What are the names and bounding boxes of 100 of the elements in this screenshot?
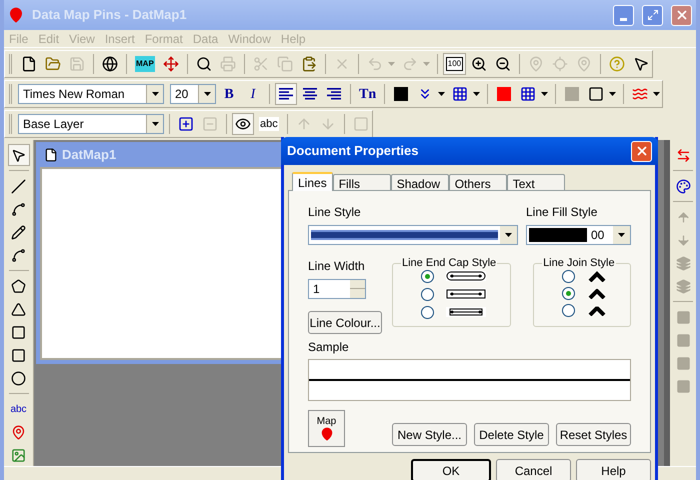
dialog-button[interactable]: Help: [576, 459, 651, 480]
align-left-button[interactable]: [275, 83, 297, 105]
maximize-button[interactable]: [642, 4, 663, 26]
square-icon: [676, 310, 690, 324]
dialog-button[interactable]: Line Colour...: [308, 311, 382, 334]
line-style-dropdown[interactable]: [308, 225, 518, 245]
radio-button[interactable]: [421, 288, 434, 300]
miter-join-icon: [587, 270, 608, 282]
radio-button[interactable]: [562, 304, 576, 316]
square-icon: [676, 332, 690, 348]
line-width-spinner[interactable]: 1: [308, 279, 366, 299]
map-button[interactable]: Map: [308, 410, 345, 447]
line-fill-dropdown[interactable]: 00: [526, 225, 631, 245]
close-icon: [634, 144, 648, 158]
labels-button[interactable]: abc: [256, 113, 282, 135]
tab[interactable]: Shadow: [390, 174, 449, 191]
bevel-join-icon: [587, 304, 608, 316]
globe-icon: [102, 56, 118, 72]
round-join-icon: [587, 287, 608, 299]
square-icon: [11, 324, 26, 340]
dropdown-arrow-icon: [541, 92, 548, 96]
close-button[interactable]: [671, 4, 692, 26]
eye-button[interactable]: [232, 113, 254, 135]
copy-icon: [276, 56, 293, 72]
pointer-icon: [11, 148, 26, 162]
printer-icon: [220, 56, 236, 72]
pin-icon: [11, 424, 26, 440]
line-icon: [11, 178, 26, 194]
pointer-tool-button[interactable]: [8, 144, 30, 166]
zoom-actual-button[interactable]: 100: [442, 53, 466, 75]
search-icon: [196, 56, 212, 72]
minimize-button[interactable]: [613, 4, 634, 26]
tab[interactable]: Text: [506, 174, 565, 191]
document-icon: [44, 148, 58, 162]
radio-button[interactable]: [421, 306, 434, 318]
polygon-icon: [11, 278, 26, 294]
field-label: Line Width: [308, 258, 366, 275]
close-button[interactable]: [631, 140, 652, 162]
help-icon: [609, 56, 626, 72]
pin-icon: [576, 56, 592, 72]
zoom-in-icon: [471, 56, 488, 72]
field-label: Sample: [308, 339, 350, 356]
image-icon: [11, 448, 26, 462]
dialog-button[interactable]: OK: [411, 459, 491, 480]
circle-icon: [11, 370, 26, 386]
align-right-icon: [326, 87, 342, 101]
combo-box[interactable]: 20: [170, 84, 216, 104]
palette-icon: [676, 178, 690, 194]
actual-size-icon: 100: [446, 57, 464, 71]
redo-icon: [402, 56, 418, 72]
tab[interactable]: Lines: [292, 172, 333, 191]
tab[interactable]: Others: [448, 174, 507, 191]
new-file-icon: [21, 56, 37, 72]
dialog-title: Document Properties: [287, 142, 420, 160]
dropdown-arrow-icon: [505, 233, 512, 237]
pin-icon: [528, 56, 544, 72]
dropdown-arrow-icon: [204, 92, 210, 96]
document-title: DatMap1: [62, 146, 116, 164]
maximize-icon: [646, 9, 658, 21]
eye-icon: [235, 116, 251, 132]
paste-icon: [300, 56, 317, 72]
swap-colours-icon: [676, 148, 690, 162]
colour-swatch: [529, 228, 587, 242]
dropdown-arrow-icon: [152, 92, 158, 96]
remove-layer-icon: [202, 116, 218, 132]
dialog-button[interactable]: Delete Style: [474, 423, 549, 446]
round-cap-line-icon: [446, 271, 486, 281]
radio-button[interactable]: [562, 286, 576, 300]
save-icon: [69, 56, 85, 72]
combo-box[interactable]: Times New Roman: [18, 84, 164, 104]
field-label: Line Fill Style: [526, 204, 598, 221]
font-style-button[interactable]: Tn: [356, 83, 380, 105]
target-icon: [552, 56, 568, 72]
bold-button[interactable]: B: [218, 83, 240, 105]
combo-box[interactable]: Base Layer: [18, 114, 164, 134]
radio-button[interactable]: [562, 270, 576, 282]
move-arrows-icon: [162, 56, 179, 72]
align-left-icon: [278, 87, 294, 101]
dropdown-arrow-icon: [438, 92, 446, 96]
open-folder-icon: [45, 56, 61, 72]
undo-icon: [366, 56, 383, 72]
pin-icon: [320, 426, 334, 440]
dropdown-arrow-icon: [653, 92, 660, 96]
square-icon: [676, 356, 690, 370]
square-cap-line-icon: [446, 289, 486, 299]
dialog-button[interactable]: Reset Styles: [556, 423, 631, 446]
square-icon: [676, 378, 690, 394]
dropdown-arrow-icon: [609, 92, 616, 96]
italic-button[interactable]: I: [242, 83, 264, 105]
curve-icon: [11, 248, 26, 262]
group-label: Line End Cap Style: [401, 256, 498, 271]
scissors-icon: [252, 56, 269, 72]
dropdown-arrow-icon: [618, 233, 625, 237]
tab[interactable]: Fills: [332, 174, 391, 191]
rounded-square-icon: [11, 348, 26, 362]
dialog-button[interactable]: New Style...: [392, 423, 467, 446]
text-tool-button[interactable]: abc: [8, 398, 30, 420]
zoom-out-icon: [495, 56, 512, 72]
dialog-button[interactable]: Cancel: [496, 459, 571, 480]
radio-button[interactable]: [421, 270, 434, 282]
